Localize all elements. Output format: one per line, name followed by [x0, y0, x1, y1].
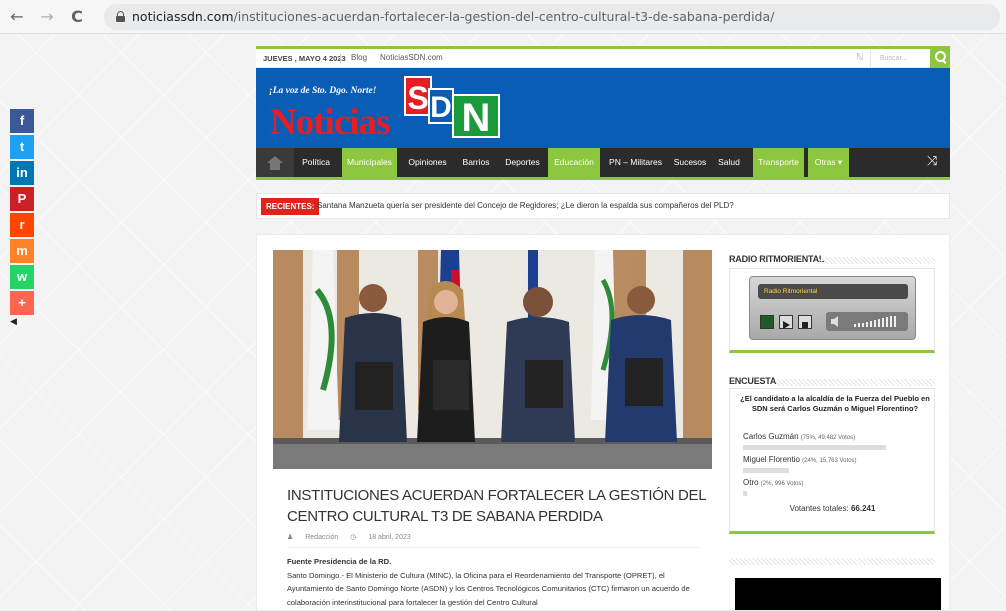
poll-option: Miguel Florentio (24%, 15.763 Votos) — [743, 455, 857, 464]
top-bar: JUEVES , MAYO 4 2023 Blog NoticiasSDN.co… — [256, 46, 950, 69]
poll-question: ¿El candidato a la alcaldía de la Fuerza… — [740, 394, 930, 413]
poll-option: Otro (2%, 996 Votos) — [743, 478, 804, 487]
radio-widget: Radio Ritmoriental — [729, 268, 935, 353]
author-icon: ♟ — [287, 534, 294, 541]
poll-option-stats: (24%, 15.763 Votos) — [802, 458, 857, 464]
menu-item-transporte[interactable]: Transporte — [753, 148, 804, 177]
address-bar[interactable]: noticiassdn.com/instituciones-acuerdan-f… — [104, 4, 1000, 30]
menu-item-sucesos[interactable]: Sucesos — [670, 148, 710, 177]
news-ticker: RECIENTES: Santana Manzueta quería ser p… — [256, 193, 950, 219]
content-area: INSTITUCIONES ACUERDAN FORTALECER LA GES… — [256, 234, 950, 611]
divider — [287, 547, 699, 548]
record-button[interactable] — [760, 315, 774, 329]
forward-button[interactable]: → — [36, 6, 58, 28]
url-path: /instituciones-acuerdan-fortalecer-la-ge… — [233, 9, 775, 24]
poll-total-value: 66.241 — [850, 504, 876, 513]
collapse-share-icon[interactable]: ◀ — [10, 317, 34, 327]
more-share-icon[interactable]: + — [10, 291, 34, 315]
volume-slider[interactable] — [826, 312, 908, 331]
article-title[interactable]: INSTITUCIONES ACUERDAN FORTALECER LA GES… — [287, 485, 707, 527]
poll-option-stats: (2%, 996 Votos) — [760, 481, 804, 487]
reload-button[interactable]: C — [66, 6, 88, 28]
logo-text[interactable]: Noticias — [270, 101, 390, 144]
random-article-icon[interactable]: ⤨ — [927, 155, 937, 169]
linkedin-share-icon[interactable]: in — [10, 161, 34, 185]
back-button[interactable]: ← — [6, 6, 28, 28]
poll-bar — [743, 468, 789, 473]
url-domain: noticiassdn.com — [132, 9, 234, 24]
clock-icon: ◷ — [350, 534, 357, 541]
poll-option-label: Miguel Florentio — [743, 455, 800, 464]
menu-item-salud[interactable]: Salud — [714, 148, 744, 177]
ticker-headline[interactable]: Santana Manzueta quería ser presidente d… — [317, 201, 734, 210]
menu-item-educación[interactable]: Educación — [548, 148, 600, 177]
browser-toolbar: ← → C noticiassdn.com/instituciones-acue… — [0, 0, 1006, 34]
stop-button[interactable] — [798, 315, 812, 329]
radio-player: Radio Ritmoriental — [749, 276, 916, 340]
poll-total: Votantes totales: 66.241 — [730, 504, 935, 513]
reddit-share-icon[interactable]: r — [10, 213, 34, 237]
home-icon[interactable] — [256, 148, 294, 177]
search-input[interactable]: Buscar... — [870, 50, 930, 68]
search-icon[interactable] — [930, 46, 950, 69]
divider — [340, 54, 341, 63]
current-date: JUEVES , MAYO 4 2023 — [263, 54, 346, 63]
menu-item-política[interactable]: Política — [298, 148, 334, 177]
poll-bar — [743, 491, 747, 496]
menu-item-pn-militares[interactable]: PN – Militares — [604, 148, 667, 177]
article-meta: ♟ Redacción ◷ 18 abril, 2023 — [287, 533, 421, 541]
poll-option-label: Otro — [743, 478, 759, 487]
featured-image — [273, 250, 712, 469]
divider — [775, 379, 935, 386]
rss-icon[interactable]: ℕ — [856, 53, 863, 63]
article-date: 18 abril, 2023 — [368, 534, 411, 541]
play-button[interactable] — [779, 315, 793, 329]
poll-option-stats: (75%, 49.482 Votos) — [800, 435, 856, 441]
share-sidebar: f t in Pr m w + ◀ — [10, 109, 34, 327]
menu-item-municipales[interactable]: Municipales — [342, 148, 397, 177]
top-link-blog[interactable]: Blog — [351, 53, 367, 62]
whatsapp-share-icon[interactable]: w — [10, 265, 34, 289]
site-wrapper: JUEVES , MAYO 4 2023 Blog NoticiasSDN.co… — [256, 46, 950, 611]
facebook-share-icon[interactable]: f — [10, 109, 34, 133]
article-paragraph: Santo Domingo.- El Ministerio de Cultura… — [287, 570, 690, 607]
url-text: noticiassdn.com/instituciones-acuerdan-f… — [132, 9, 774, 24]
main-menu: ⤨ Política Municipales Opiniones Barrios Dep… — [256, 148, 950, 180]
article-author[interactable]: Redacción — [305, 534, 338, 541]
divider — [729, 558, 935, 565]
radio-station-name: Radio Ritmoriental — [758, 284, 908, 299]
top-link-noticiassdn[interactable]: NoticiasSDN.com — [380, 53, 443, 62]
poll-total-label: Votantes totales: — [789, 504, 849, 513]
menu-item-opiniones[interactable]: Opiniones — [401, 148, 454, 177]
poll-bar — [743, 445, 886, 450]
poll-option: Carlos Guzmán (75%, 49.482 Votos) — [743, 432, 855, 441]
twitter-share-icon[interactable]: t — [10, 135, 34, 159]
article-body: Fuente Presidencia de la RD. Santo Domin… — [287, 555, 702, 609]
page-background: f t in Pr m w + ◀ JUEVES , MAYO 4 2023 Blog Not… — [0, 34, 1006, 611]
mix-share-icon[interactable]: m — [10, 239, 34, 263]
poll-widget-title: ENCUESTA — [729, 376, 777, 386]
menu-item-otras[interactable]: Otras ▾ — [808, 148, 849, 177]
photo-illustration — [273, 250, 712, 469]
poll-option-label: Carlos Guzmán — [743, 432, 799, 441]
video-embed[interactable] — [735, 578, 941, 610]
volume-icon — [831, 316, 896, 327]
site-tagline: ¡La voz de Sto. Dgo. Norte! — [269, 86, 377, 96]
poll-widget: ¿El candidato a la alcaldía de la Fuerza… — [729, 388, 935, 534]
ticker-label: RECIENTES: — [261, 198, 320, 215]
pinterest-share-icon[interactable]: P — [10, 187, 34, 211]
menu-item-deportes[interactable]: Deportes — [499, 148, 546, 177]
logo-letter-n: N — [452, 94, 500, 140]
site-header: ¡La voz de Sto. Dgo. Norte! Noticias S D… — [256, 68, 950, 148]
divider — [819, 257, 935, 264]
logo-letter-d: D — [428, 88, 454, 124]
article-source: Fuente Presidencia de la RD. — [287, 557, 392, 566]
radio-widget-title: RADIO RITMORIENTAL — [729, 254, 825, 264]
lock-icon — [116, 11, 125, 22]
menu-item-barrios[interactable]: Barrios — [457, 148, 495, 177]
